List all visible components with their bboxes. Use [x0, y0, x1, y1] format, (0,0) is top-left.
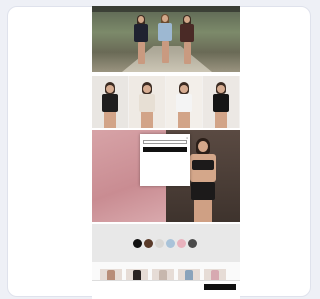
- product-tile-3[interactable]: [166, 76, 202, 128]
- product-tile-4[interactable]: [203, 76, 239, 128]
- product-card[interactable]: [126, 269, 148, 280]
- email-field[interactable]: [143, 140, 187, 144]
- newsletter-popup: ×: [140, 134, 190, 186]
- site-header: [92, 6, 240, 12]
- product-card[interactable]: [100, 269, 122, 280]
- hero-banner[interactable]: [92, 6, 240, 72]
- swatch-grey[interactable]: [155, 239, 164, 248]
- promo-model: [188, 138, 218, 222]
- product-card[interactable]: [204, 269, 226, 280]
- webpage-screenshot: ×: [92, 6, 240, 299]
- color-swatch-section: [92, 224, 240, 262]
- subscribe-button[interactable]: [143, 147, 187, 152]
- hero-model-1: [134, 15, 148, 72]
- products-section: [92, 262, 240, 280]
- product-card[interactable]: [152, 269, 174, 280]
- site-footer: [92, 280, 240, 299]
- product-card[interactable]: [178, 269, 200, 280]
- hero-model-2: [158, 14, 172, 71]
- footer-button[interactable]: [204, 284, 236, 290]
- swatch-pink[interactable]: [177, 239, 186, 248]
- product-tile-1[interactable]: [92, 76, 128, 128]
- swatch-charcoal[interactable]: [188, 239, 197, 248]
- swatch-blue[interactable]: [166, 239, 175, 248]
- swatch-brown[interactable]: [144, 239, 153, 248]
- close-icon[interactable]: ×: [186, 136, 188, 140]
- swatch-black[interactable]: [133, 239, 142, 248]
- hero-model-3: [180, 15, 194, 72]
- product-tile-2[interactable]: [129, 76, 165, 128]
- product-image-row: [92, 76, 240, 128]
